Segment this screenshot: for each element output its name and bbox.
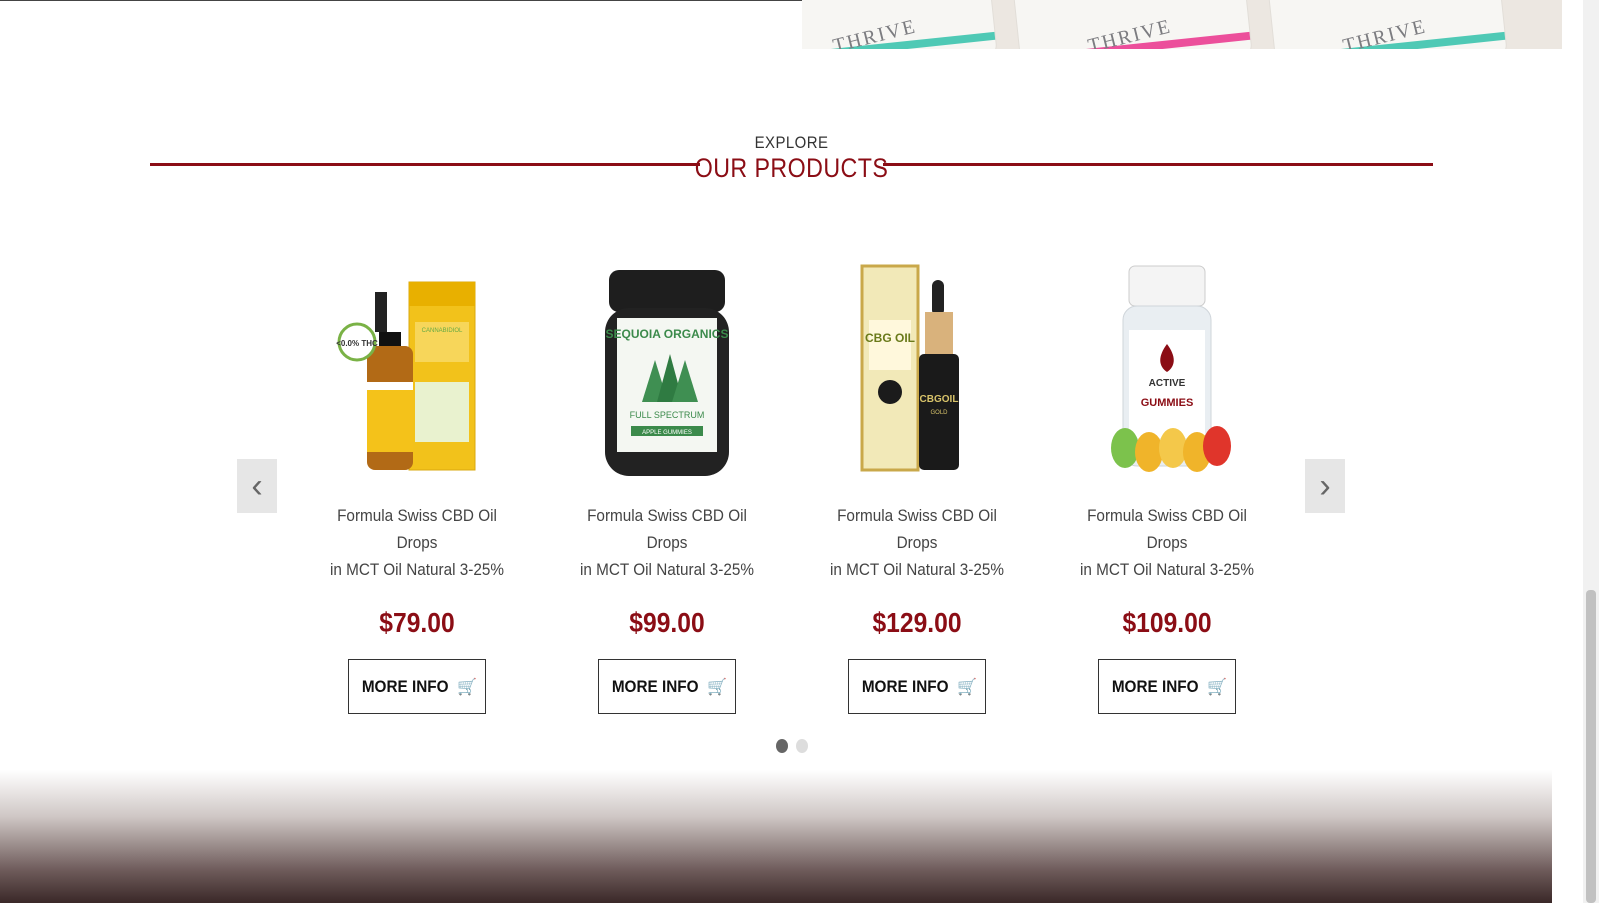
product-card: SEQUOIA ORGANICS FULL SPECTRUM APPLE GUM… [557,262,777,714]
product-name[interactable]: Formula Swiss CBD Oil Drops in MCT Oil N… [568,502,766,583]
product-image[interactable]: CANNABIDIOL <0.0% THC [307,262,527,482]
product-name[interactable]: Formula Swiss CBD Oil Drops in MCT Oil N… [1068,502,1266,583]
svg-text:APPLE GUMMIES: APPLE GUMMIES [642,430,692,436]
product-price: $79.00 [379,607,455,638]
carousel-dot-1[interactable] [776,739,788,753]
svg-text:<0.0% THC: <0.0% THC [336,339,378,348]
carousel-prev-button[interactable]: ‹ [237,459,277,513]
more-info-button[interactable]: MORE INFO 🛒 [598,659,736,714]
product-image[interactable]: ACTIVE GUMMIES [1057,262,1277,482]
carousel-dot-2[interactable] [796,739,808,753]
cart-icon: 🛒 [707,678,728,696]
svg-text:FULL SPECTRUM: FULL SPECTRUM [630,410,705,420]
product-image[interactable]: CBG OIL CBGOIL GOLD [807,262,1027,482]
svg-text:SEQUOIA ORGANICS: SEQUOIA ORGANICS [606,327,729,341]
carousel-next-button[interactable]: › [1305,459,1345,513]
product-price: $99.00 [629,607,705,638]
product-card: CBG OIL CBGOIL GOLD Formula Swiss CBD Oi… [807,262,1027,714]
product-image[interactable]: SEQUOIA ORGANICS FULL SPECTRUM APPLE GUM… [557,262,777,482]
footer-gradient [0,770,1552,903]
scrollbar-thumb[interactable] [1586,590,1596,903]
page-scrollbar[interactable] [1583,0,1599,903]
product-name[interactable]: Formula Swiss CBD Oil Drops in MCT Oil N… [818,502,1016,583]
more-info-button[interactable]: MORE INFO 🛒 [1098,659,1236,714]
section-eyebrow: EXPLORE [754,133,829,152]
section-title: OUR PRODUCTS [694,153,889,183]
chevron-right-icon: › [1319,466,1331,505]
svg-text:CBGOIL: CBGOIL [920,394,959,405]
svg-text:CANNABIDIOL: CANNABIDIOL [422,328,463,334]
svg-text:GOLD: GOLD [930,410,948,416]
carousel-pagination [776,739,808,753]
chevron-left-icon: ‹ [251,466,263,505]
more-info-button[interactable]: MORE INFO 🛒 [348,659,486,714]
product-card: CANNABIDIOL <0.0% THC Formula Swiss CBD … [307,262,527,714]
product-jar-image: THRIVE [802,0,998,49]
cart-icon: 🛒 [457,678,478,696]
svg-text:GUMMIES: GUMMIES [1141,397,1194,409]
cart-icon: 🛒 [957,678,978,696]
product-jar-image: THRIVE [1266,0,1508,49]
cart-icon: 🛒 [1207,678,1228,696]
product-price: $109.00 [1122,607,1212,638]
product-name[interactable]: Formula Swiss CBD Oil Drops in MCT Oil N… [318,502,516,583]
hero-image: THRIVE THRIVE THRIVE [802,0,1562,49]
product-card: ACTIVE GUMMIES Formula Swiss CBD Oil Dro… [1057,262,1277,714]
product-price: $129.00 [872,607,962,638]
svg-text:ACTIVE: ACTIVE [1149,378,1186,389]
more-info-button[interactable]: MORE INFO 🛒 [848,659,986,714]
svg-text:CBG OIL: CBG OIL [865,331,915,345]
product-jar-image: THRIVE [1011,0,1253,49]
